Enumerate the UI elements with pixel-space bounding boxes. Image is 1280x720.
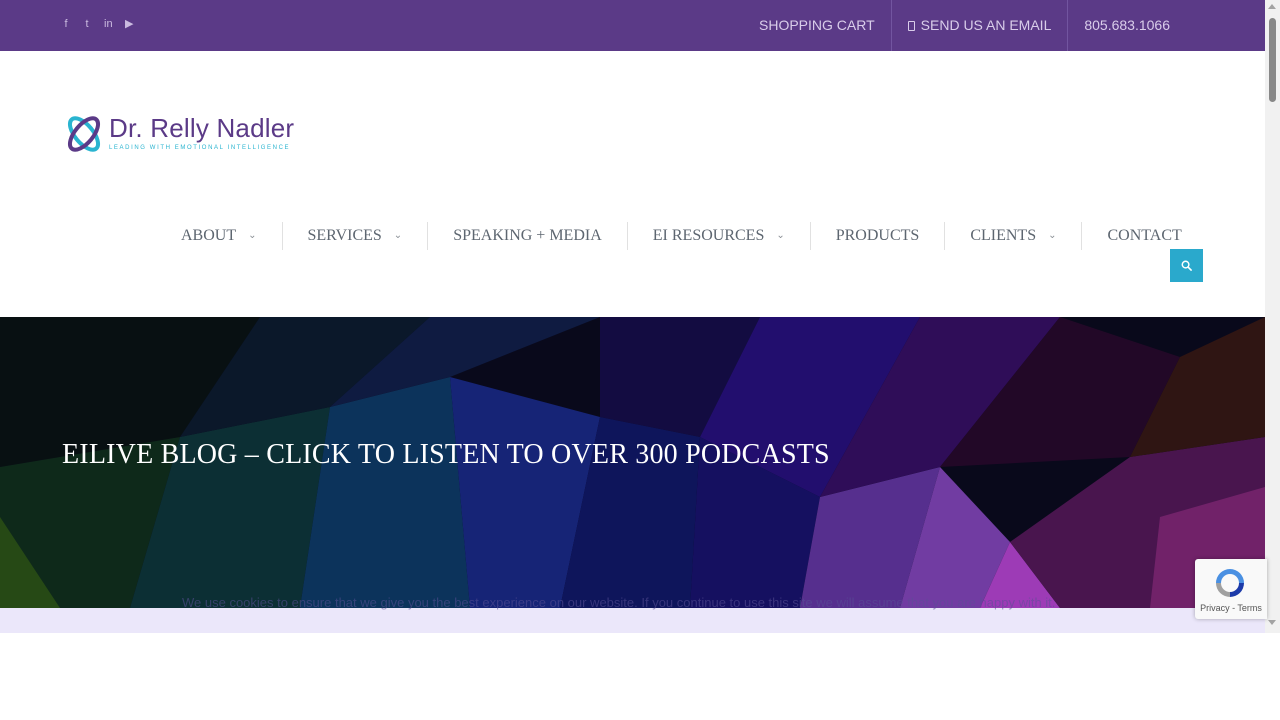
send-email-label: SEND US AN EMAIL	[920, 17, 1052, 33]
facebook-icon[interactable]: f	[62, 17, 70, 31]
cookie-notice-bar	[0, 608, 1265, 633]
chevron-down-icon: ⌄	[393, 230, 403, 241]
nav-item-clients[interactable]: CLIENTS ⌄	[944, 222, 1081, 250]
nav-item-label: SERVICES	[307, 227, 382, 244]
recaptcha-icon	[1216, 569, 1244, 597]
phone-link[interactable]: 805.683.1066	[1067, 0, 1186, 51]
nav-item-label: PRODUCTS	[835, 227, 920, 244]
scroll-up-arrow-icon[interactable]	[1268, 4, 1276, 9]
nav-item-about[interactable]: ABOUT ⌄	[156, 222, 282, 250]
main-nav: ABOUT ⌄ SERVICES ⌄ SPEAKING + MEDIA EI R…	[156, 222, 1207, 250]
nav-item-ei-resources[interactable]: EI RESOURCES ⌄	[626, 222, 810, 250]
scrollbar-thumb[interactable]	[1269, 18, 1276, 102]
nav-item-speaking-media[interactable]: SPEAKING + MEDIA	[427, 222, 627, 250]
search-icon	[1181, 260, 1192, 271]
chevron-down-icon: ⌄	[1048, 230, 1057, 241]
nav-item-label: ABOUT	[181, 227, 237, 244]
nav-item-label: CONTACT	[1107, 227, 1182, 244]
nav-item-services[interactable]: SERVICES ⌄	[281, 222, 428, 250]
chevron-down-icon: ⌄	[776, 230, 785, 241]
site-logo[interactable]: Dr. Relly Nadler LEADING WITH EMOTIONAL …	[64, 113, 294, 157]
page-scrollbar[interactable]	[1265, 0, 1280, 633]
cookie-notice-text: We use cookies to ensure that we give yo…	[182, 595, 1056, 610]
nav-item-label: CLIENTS	[970, 227, 1037, 244]
top-links: SHOPPING CART SEND US AN EMAIL 805.683.1…	[743, 0, 1186, 51]
search-button[interactable]	[1170, 249, 1203, 282]
nav-item-contact[interactable]: CONTACT	[1081, 222, 1206, 250]
mobile-icon	[907, 20, 915, 31]
linkedin-icon[interactable]: in	[104, 17, 113, 31]
nav-item-label: SPEAKING + MEDIA	[453, 227, 602, 244]
logo-tagline: LEADING WITH EMOTIONAL INTELLIGENCE	[109, 145, 291, 151]
page: f t in ▶ SHOPPING CART SEND US AN EMAIL …	[0, 0, 1280, 720]
logo-name: Dr. Relly Nadler	[109, 113, 295, 143]
hero-banner: EILIVE BLOG – CLICK TO LISTEN TO OVER 30…	[0, 317, 1265, 608]
nav-item-products[interactable]: PRODUCTS	[809, 222, 945, 250]
social-links: f t in ▶	[62, 17, 133, 31]
shopping-cart-link[interactable]: SHOPPING CART	[743, 0, 891, 51]
chevron-down-icon: ⌄	[248, 230, 257, 241]
logo-mark-icon	[67, 116, 101, 152]
top-bar: f t in ▶ SHOPPING CART SEND US AN EMAIL …	[0, 0, 1265, 51]
recaptcha-privacy-terms[interactable]: Privacy - Terms	[1195, 603, 1267, 613]
send-email-link[interactable]: SEND US AN EMAIL	[890, 0, 1068, 51]
page-title: EILIVE BLOG – CLICK TO LISTEN TO OVER 30…	[62, 439, 830, 470]
cookie-notice: We use cookies to ensure that we give yo…	[0, 578, 1265, 633]
youtube-icon[interactable]: ▶	[125, 17, 133, 31]
scroll-down-arrow-icon[interactable]	[1268, 620, 1276, 625]
twitter-icon[interactable]: t	[83, 17, 91, 31]
nav-item-label: EI RESOURCES	[652, 227, 765, 244]
recaptcha-badge[interactable]: Privacy - Terms	[1195, 559, 1267, 619]
